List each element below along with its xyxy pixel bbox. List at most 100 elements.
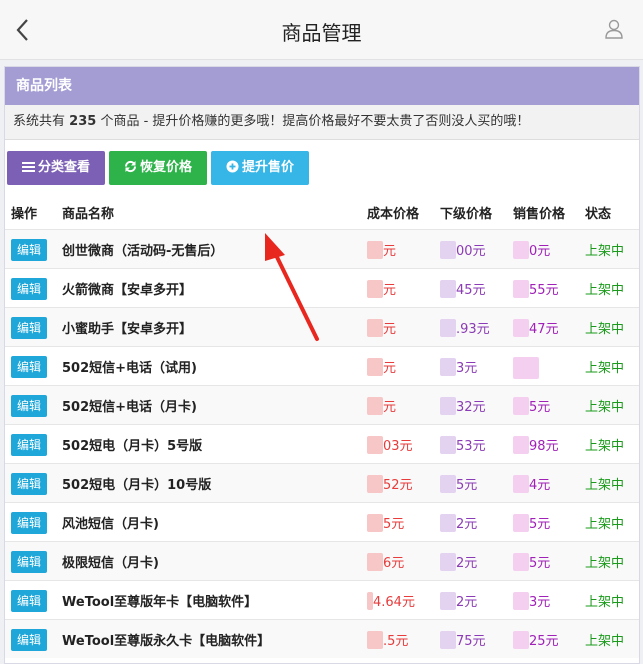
redacted-mark — [367, 280, 383, 298]
status-badge: 上架中 — [585, 283, 625, 298]
table-row: 编辑 风池短信（月卡) 5元 2元 5元 上架中 — [5, 502, 639, 541]
redacted-mark — [367, 358, 383, 376]
redacted-mark — [440, 319, 456, 337]
raise-price-label: 提升售价 — [241, 160, 294, 175]
table-row: 编辑 WeTool至尊版年卡【电脑软件】 4.64元 2元 3元 上架中 — [5, 580, 639, 619]
notice-suffix: 个商品 - 提升价格赚的更多哦！提高价格最好不要太贵了否则没人买的哦！ — [100, 114, 530, 129]
status-badge: 上架中 — [585, 478, 625, 493]
raise-price-button[interactable]: 提升售价 — [211, 151, 309, 185]
redacted-mark — [440, 397, 456, 415]
edit-button[interactable]: 编辑 — [11, 551, 47, 573]
sub-price-text: 75元 — [456, 634, 486, 649]
edit-button[interactable]: 编辑 — [11, 278, 47, 300]
table-row: 编辑 502短电（月卡）10号版 52元 5元 4元 上架中 — [5, 463, 639, 502]
page-title: 商品管理 — [281, 21, 362, 45]
col-sub-price: 下级价格 — [440, 207, 493, 222]
redacted-mark — [440, 514, 456, 532]
product-name: 创世微商（活动码-无售后） — [62, 244, 224, 259]
edit-button[interactable]: 编辑 — [11, 590, 47, 612]
category-view-button[interactable]: 分类查看 — [7, 151, 105, 185]
sub-price-text: 3元 — [456, 361, 478, 376]
redacted-mark — [513, 475, 529, 493]
sub-price: 53元 — [440, 435, 486, 454]
edit-button[interactable]: 编辑 — [11, 629, 47, 651]
sub-price: 5元 — [440, 474, 477, 493]
status-badge: 上架中 — [585, 400, 625, 415]
edit-button[interactable]: 编辑 — [11, 317, 47, 339]
product-name: 极限短信（月卡) — [62, 556, 159, 571]
edit-button[interactable]: 编辑 — [11, 473, 47, 495]
redacted-mark — [367, 241, 383, 259]
sale-price-text: 55元 — [529, 283, 559, 298]
redacted-mark — [513, 436, 529, 454]
sale-price-text: 5元 — [529, 517, 551, 532]
user-icon[interactable] — [603, 18, 625, 40]
sub-price-text: 32元 — [456, 400, 486, 415]
cost-price: 元 — [367, 279, 396, 298]
sale-price-text: 25元 — [529, 634, 559, 649]
status-badge: 上架中 — [585, 244, 625, 259]
cost-price-text: 元 — [383, 400, 397, 415]
sub-price: 32元 — [440, 396, 486, 415]
redacted-mark — [440, 631, 456, 649]
product-list-panel: 商品列表 系统共有 235 个商品 - 提升价格赚的更多哦！提高价格最好不要太贵… — [4, 66, 640, 664]
sale-price: 0元 — [513, 240, 550, 259]
col-sale-price: 销售价格 — [513, 207, 566, 222]
sub-price: 2元 — [440, 552, 477, 571]
product-name: 502短信+电话（试用) — [62, 361, 197, 376]
list-icon — [21, 162, 35, 172]
restore-price-button[interactable]: 恢复价格 — [109, 151, 207, 185]
sale-price-text: 4元 — [529, 478, 551, 493]
edit-button[interactable]: 编辑 — [11, 395, 47, 417]
sale-price: 5元 — [513, 513, 550, 532]
sale-price-text: 0元 — [529, 244, 551, 259]
redacted-mark — [440, 592, 456, 610]
edit-button[interactable]: 编辑 — [11, 356, 47, 378]
sale-price: 55元 — [513, 279, 559, 298]
sub-price-text: 2元 — [456, 517, 478, 532]
cost-price-text: 6元 — [383, 556, 405, 571]
cost-price-text: 元 — [383, 244, 397, 259]
redacted-mark — [440, 553, 456, 571]
cost-price: 元 — [367, 240, 396, 259]
redacted-mark — [367, 631, 383, 649]
edit-button[interactable]: 编辑 — [11, 239, 47, 261]
sale-price: 98元 — [513, 435, 559, 454]
table-header: 操作 商品名称 成本价格 下级价格 销售价格 状态 — [5, 199, 639, 227]
product-name: 火箭微商【安卓多开】 — [62, 283, 193, 298]
redacted-mark — [513, 241, 529, 259]
product-name: WeTool至尊版年卡【电脑软件】 — [62, 595, 258, 610]
redacted-mark — [513, 553, 529, 571]
col-name: 商品名称 — [62, 207, 115, 222]
col-cost: 成本价格 — [367, 207, 420, 222]
sale-price-text: 47元 — [529, 322, 559, 337]
sub-price: .93元 — [440, 318, 490, 337]
sale-price: 47元 — [513, 318, 559, 337]
refresh-icon — [124, 160, 136, 173]
edit-button[interactable]: 编辑 — [11, 434, 47, 456]
restore-price-label: 恢复价格 — [139, 160, 192, 175]
sale-price-text: 5元 — [529, 400, 551, 415]
table-row: 编辑 502短电（月卡）5号版 03元 53元 98元 上架中 — [5, 424, 639, 463]
redacted-mark — [440, 475, 456, 493]
redacted-mark — [440, 241, 456, 259]
product-count: 235 — [69, 114, 97, 129]
notice-text: 系统共有 235 个商品 - 提升价格赚的更多哦！提高价格最好不要太贵了否则没人… — [5, 105, 639, 140]
redacted-mark — [367, 319, 383, 337]
sub-price: 75元 — [440, 630, 486, 649]
col-action: 操作 — [11, 207, 38, 222]
annotation-arrow-icon — [265, 233, 319, 341]
sub-price: 00元 — [440, 240, 486, 259]
cost-price: 4.64元 — [367, 591, 415, 610]
redacted-mark — [513, 357, 539, 379]
sub-price-text: .93元 — [456, 322, 490, 337]
status-badge: 上架中 — [585, 361, 625, 376]
top-bar: 商品管理 — [0, 0, 643, 60]
sub-price-text: 53元 — [456, 439, 486, 454]
edit-button[interactable]: 编辑 — [11, 512, 47, 534]
sale-price: 25元 — [513, 630, 559, 649]
notice-prefix: 系统共有 — [13, 114, 66, 129]
cost-price: 元 — [367, 357, 396, 376]
cost-price: 52元 — [367, 474, 413, 493]
product-name: 风池短信（月卡) — [62, 517, 159, 532]
